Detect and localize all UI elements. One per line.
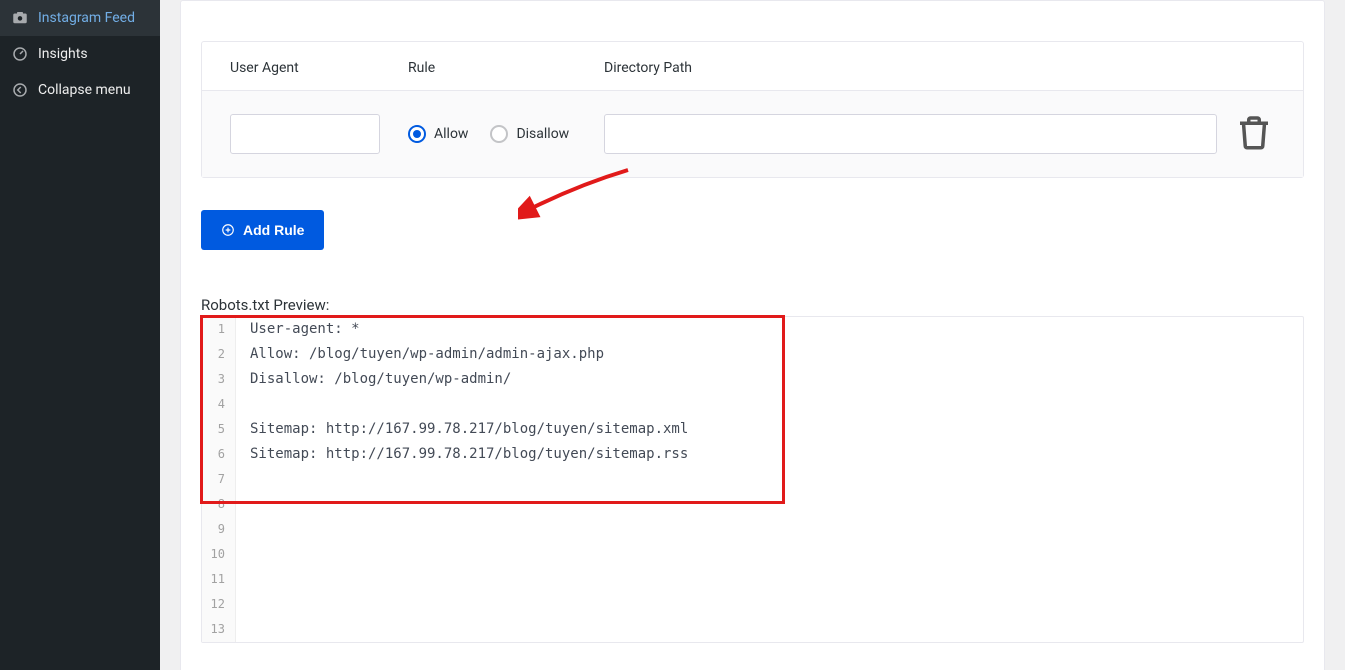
sidebar-item-collapse-menu[interactable]: Collapse menu [0, 72, 160, 108]
code-line: 13 [202, 617, 1303, 642]
robots-settings-card: User Agent Rule Directory Path Allow [180, 0, 1325, 670]
header-rule: Rule [408, 60, 604, 76]
code-content: Disallow: /blog/tuyen/wp-admin/ [236, 367, 511, 392]
code-line: 11 [202, 567, 1303, 592]
code-line: 7 [202, 467, 1303, 492]
rule-radio-group: Allow Disallow [408, 125, 604, 143]
header-directory-path: Directory Path [604, 60, 1233, 76]
trash-icon [1233, 111, 1275, 153]
line-number: 8 [202, 492, 236, 517]
line-number: 3 [202, 367, 236, 392]
rule-row: Allow Disallow [202, 90, 1303, 177]
main-content: User Agent Rule Directory Path Allow [160, 0, 1345, 670]
line-number: 5 [202, 417, 236, 442]
code-line: 4 [202, 392, 1303, 417]
disallow-radio[interactable]: Disallow [490, 125, 569, 143]
sidebar-item-insights[interactable]: Insights [0, 36, 160, 72]
line-number: 1 [202, 317, 236, 342]
code-line: 9 [202, 517, 1303, 542]
gauge-icon [10, 44, 30, 64]
header-user-agent: User Agent [230, 60, 408, 76]
line-number: 11 [202, 567, 236, 592]
robots-preview-title: Robots.txt Preview: [201, 296, 1324, 314]
code-line: 8 [202, 492, 1303, 517]
line-number: 2 [202, 342, 236, 367]
radio-dot-icon [408, 125, 426, 143]
add-rule-button[interactable]: Add Rule [201, 210, 324, 250]
sidebar-item-instagram-feed[interactable]: Instagram Feed [0, 0, 160, 36]
allow-label: Allow [434, 126, 468, 142]
line-number: 4 [202, 392, 236, 417]
rules-table: User Agent Rule Directory Path Allow [201, 41, 1304, 178]
code-content: User-agent: * [236, 317, 360, 342]
code-content: Sitemap: http://167.99.78.217/blog/tuyen… [236, 442, 688, 467]
code-line: 3Disallow: /blog/tuyen/wp-admin/ [202, 367, 1303, 392]
plus-circle-icon [221, 223, 235, 237]
delete-rule-button[interactable] [1233, 142, 1275, 157]
user-agent-input[interactable] [230, 114, 380, 154]
rules-header-row: User Agent Rule Directory Path [202, 42, 1303, 90]
line-number: 12 [202, 592, 236, 617]
code-line: 2Allow: /blog/tuyen/wp-admin/admin-ajax.… [202, 342, 1303, 367]
add-rule-label: Add Rule [243, 222, 304, 238]
directory-path-input[interactable] [604, 114, 1217, 154]
admin-sidebar: Instagram Feed Insights Collapse menu [0, 0, 160, 670]
line-number: 9 [202, 517, 236, 542]
code-content: Allow: /blog/tuyen/wp-admin/admin-ajax.p… [236, 342, 604, 367]
code-line: 10 [202, 542, 1303, 567]
sidebar-item-label: Instagram Feed [38, 10, 135, 26]
sidebar-item-label: Collapse menu [38, 82, 131, 98]
code-line: 6Sitemap: http://167.99.78.217/blog/tuye… [202, 442, 1303, 467]
collapse-icon [10, 80, 30, 100]
line-number: 6 [202, 442, 236, 467]
disallow-label: Disallow [516, 126, 569, 142]
robots-preview-editor[interactable]: 1User-agent: *2Allow: /blog/tuyen/wp-adm… [201, 316, 1304, 643]
line-number: 10 [202, 542, 236, 567]
code-line: 1User-agent: * [202, 317, 1303, 342]
camera-icon [10, 8, 30, 28]
sidebar-item-label: Insights [38, 46, 88, 62]
code-line: 12 [202, 592, 1303, 617]
radio-dot-icon [490, 125, 508, 143]
code-content: Sitemap: http://167.99.78.217/blog/tuyen… [236, 417, 688, 442]
line-number: 7 [202, 467, 236, 492]
allow-radio[interactable]: Allow [408, 125, 468, 143]
line-number: 13 [202, 617, 236, 642]
code-line: 5Sitemap: http://167.99.78.217/blog/tuye… [202, 417, 1303, 442]
